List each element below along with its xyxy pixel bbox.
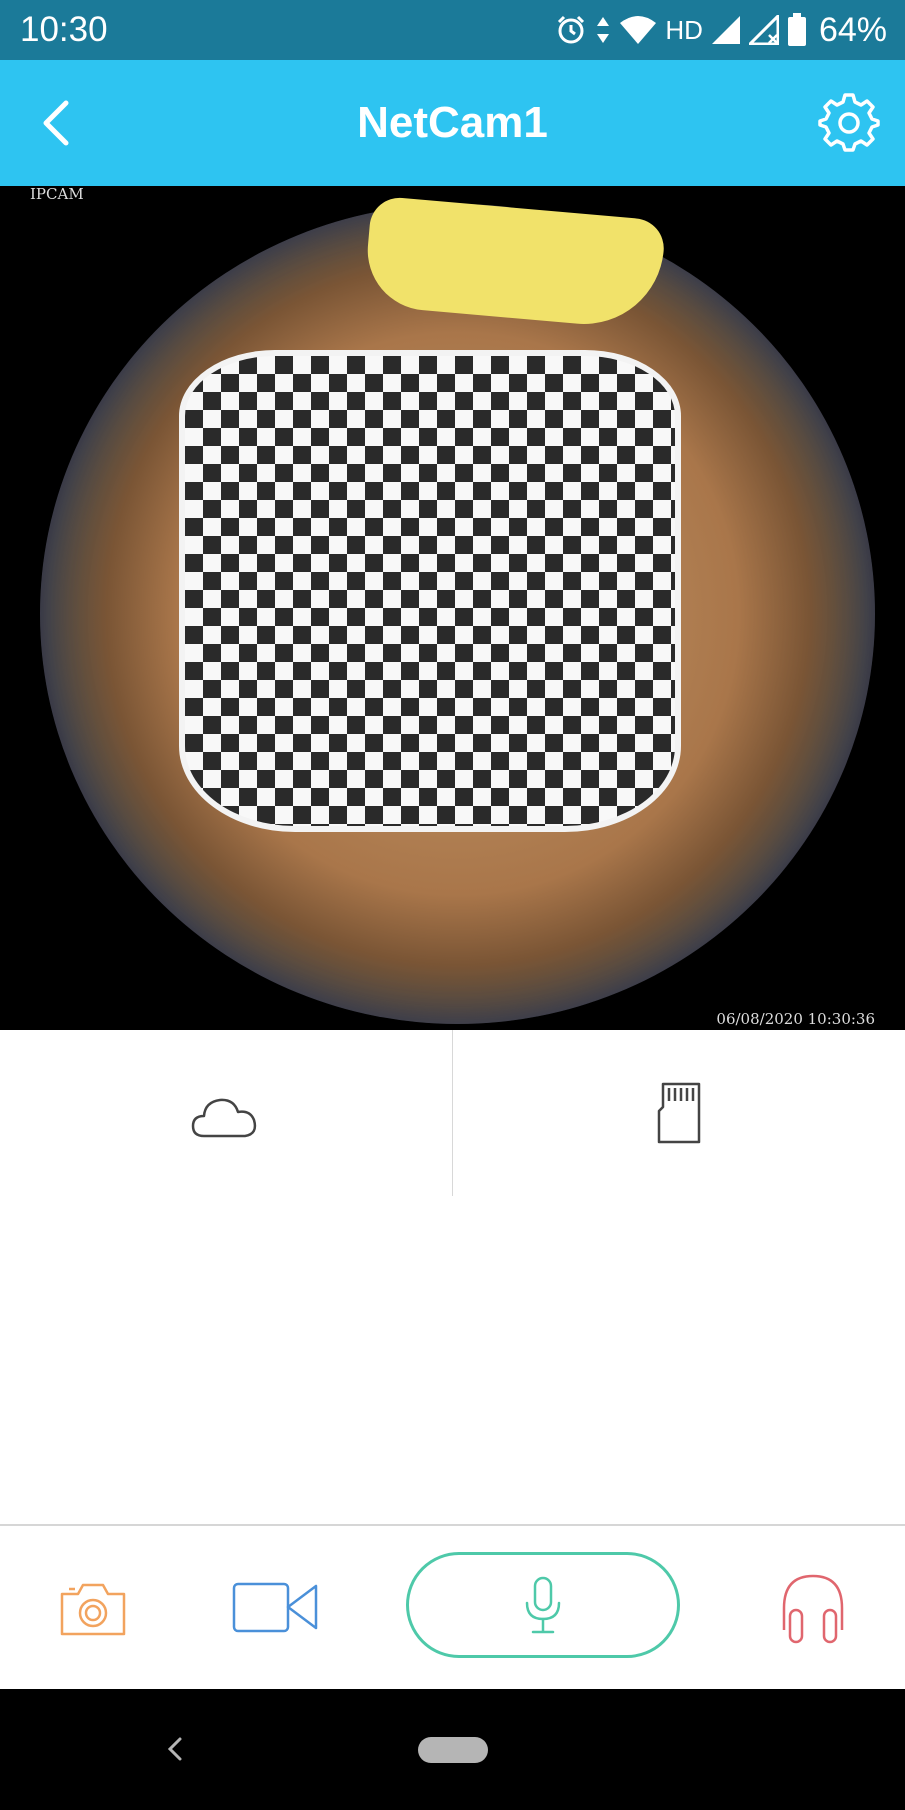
status-icons: HD 64%: [555, 9, 887, 51]
microphone-icon: [525, 1576, 561, 1634]
battery-icon: [787, 13, 806, 46]
battery-percent: 64%: [818, 10, 887, 49]
record-button[interactable]: [231, 1578, 319, 1636]
signal-icon: [711, 16, 740, 44]
app-bar: NetCam1: [0, 60, 905, 186]
settings-button[interactable]: [818, 92, 880, 154]
video-camera-icon: [232, 1582, 318, 1633]
storage-options: [0, 1030, 905, 1196]
bottom-toolbar: [0, 1526, 905, 1689]
page-title: NetCam1: [357, 98, 548, 147]
system-nav-bar: [0, 1689, 905, 1810]
camera-timestamp: 06/08/2020 10:30:36: [716, 1010, 875, 1028]
cloud-storage-button[interactable]: [190, 1090, 260, 1145]
network-type-label: HD: [665, 14, 703, 45]
data-arrows-icon: [597, 17, 610, 43]
home-pill-icon[interactable]: [418, 1737, 488, 1763]
camera-icon: [60, 1583, 126, 1636]
scene-checkerboard: [185, 356, 675, 826]
wifi-icon: [620, 16, 657, 44]
nav-back-button[interactable]: [160, 1729, 190, 1769]
listen-button[interactable]: [778, 1570, 848, 1646]
sd-card-icon: [657, 1082, 701, 1144]
alarm-icon: [558, 15, 585, 44]
camera-feed[interactable]: IPCAM 06/08/2020 10:30:36: [0, 186, 905, 1030]
sd-card-button[interactable]: [655, 1081, 703, 1145]
snapshot-button[interactable]: [58, 1580, 128, 1638]
camera-overlay-label: IPCAM: [30, 186, 84, 203]
status-bar: 10:30 HD 64%: [0, 0, 905, 60]
gear-icon: [818, 93, 880, 152]
signal-no-data-icon: [748, 15, 779, 45]
back-icon: [167, 1737, 182, 1761]
storage-divider: [452, 1030, 453, 1196]
talk-button[interactable]: [406, 1552, 680, 1658]
status-time: 10:30: [20, 10, 108, 49]
headphones-icon: [782, 1574, 844, 1644]
cloud-icon: [191, 1098, 257, 1138]
